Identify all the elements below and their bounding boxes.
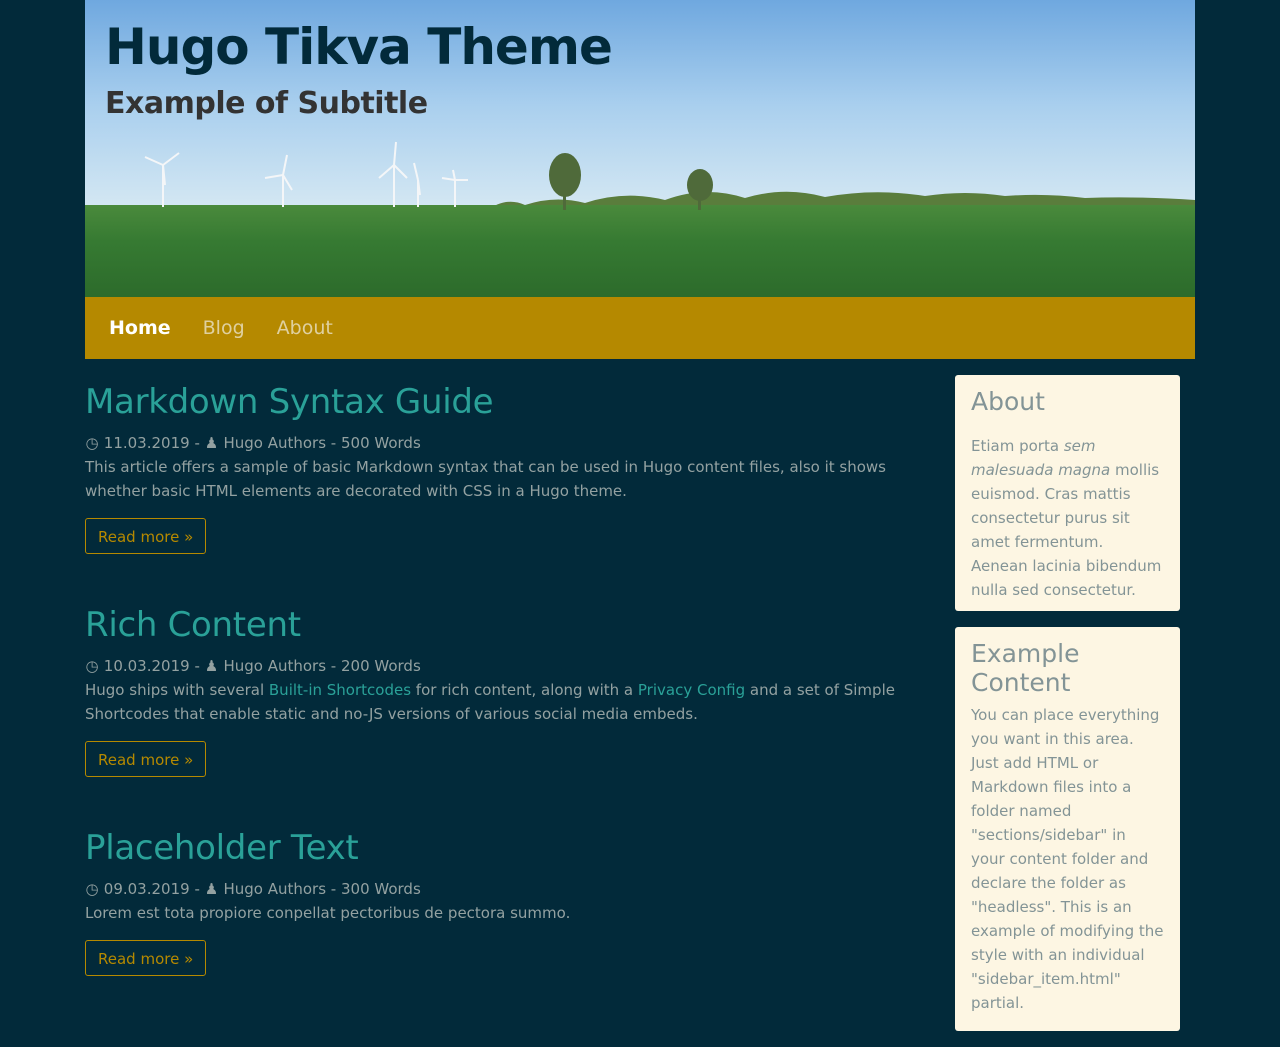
widget-text: Etiam porta sem malesuada magna mollis e… bbox=[971, 434, 1164, 602]
post-date: 11.03.2019 bbox=[103, 434, 190, 452]
post-summary: This article offers a sample of basic Ma… bbox=[85, 458, 886, 500]
post-word-count: 300 Words bbox=[341, 880, 421, 898]
sidebar-widget-example-content: Example Content You can place everything… bbox=[955, 627, 1180, 1031]
clock-icon: ◷ bbox=[85, 657, 99, 675]
meta-separator: - bbox=[330, 434, 337, 452]
nav-item-blog[interactable]: Blog bbox=[203, 317, 245, 339]
post-title[interactable]: Rich Content bbox=[85, 598, 915, 652]
user-icon: ♟ bbox=[204, 657, 219, 675]
widget-text-part: mollis euismod. Cras mattis consectetur … bbox=[971, 461, 1162, 599]
meta-separator: - bbox=[194, 434, 200, 452]
post-author: Hugo Authors bbox=[223, 657, 327, 675]
post-list: Markdown Syntax Guide ◷ 11.03.2019 - ♟ H… bbox=[85, 375, 915, 976]
post-author: Hugo Authors bbox=[223, 880, 327, 898]
widget-text: You can place everything you want in thi… bbox=[971, 706, 1164, 1012]
post-date: 09.03.2019 bbox=[103, 880, 190, 898]
nav-item-about[interactable]: About bbox=[277, 317, 333, 339]
read-more-button[interactable]: Read more » bbox=[85, 518, 207, 554]
privacy-config-link[interactable]: Privacy Config bbox=[638, 681, 745, 699]
widget-title: Example Content bbox=[971, 639, 1080, 697]
post-item: Rich Content ◷ 10.03.2019 - ♟ Hugo Autho… bbox=[85, 598, 915, 777]
clock-icon: ◷ bbox=[85, 434, 99, 452]
post-word-count: 200 Words bbox=[341, 657, 421, 675]
site-header: Hugo Tikva Theme Example of Subtitle bbox=[85, 0, 1195, 297]
read-more-button[interactable]: Read more » bbox=[85, 741, 207, 777]
user-icon: ♟ bbox=[204, 880, 219, 898]
post-item: Placeholder Text ◷ 09.03.2019 - ♟ Hugo A… bbox=[85, 821, 915, 976]
post-summary: Hugo ships with several Built-in Shortco… bbox=[85, 678, 915, 726]
post-meta: ◷ 11.03.2019 - ♟ Hugo Authors - 500 Word… bbox=[85, 433, 915, 453]
sidebar: About Etiam porta sem malesuada magna mo… bbox=[955, 375, 1180, 1047]
post-date: 10.03.2019 bbox=[103, 657, 190, 675]
widget-text-part: Etiam porta bbox=[971, 437, 1064, 455]
read-more-button[interactable]: Read more » bbox=[85, 940, 207, 976]
nav-item-home[interactable]: Home bbox=[109, 317, 171, 339]
post-word-count: 500 Words bbox=[341, 434, 421, 452]
post-summary: Lorem est tota propiore conpellat pector… bbox=[85, 904, 571, 922]
post-item: Markdown Syntax Guide ◷ 11.03.2019 - ♟ H… bbox=[85, 375, 915, 554]
user-icon: ♟ bbox=[204, 434, 219, 452]
clock-icon: ◷ bbox=[85, 880, 99, 898]
post-title[interactable]: Markdown Syntax Guide bbox=[85, 375, 915, 429]
page-container: Hugo Tikva Theme Example of Subtitle Hom… bbox=[85, 0, 1195, 1031]
post-meta: ◷ 10.03.2019 - ♟ Hugo Authors - 200 Word… bbox=[85, 656, 915, 676]
summary-text: Hugo ships with several bbox=[85, 681, 269, 699]
site-title[interactable]: Hugo Tikva Theme bbox=[105, 18, 613, 76]
meta-separator: - bbox=[194, 657, 200, 675]
meta-separator: - bbox=[194, 880, 200, 898]
widget-title: About bbox=[971, 387, 1045, 416]
post-title[interactable]: Placeholder Text bbox=[85, 821, 915, 875]
post-author: Hugo Authors bbox=[223, 434, 327, 452]
post-meta: ◷ 09.03.2019 - ♟ Hugo Authors - 300 Word… bbox=[85, 879, 915, 899]
sidebar-widget-about: About Etiam porta sem malesuada magna mo… bbox=[955, 375, 1180, 611]
summary-text: for rich content, along with a bbox=[411, 681, 638, 699]
main-navigation: Home Blog About bbox=[85, 297, 1195, 359]
site-subtitle: Example of Subtitle bbox=[105, 86, 428, 121]
meta-separator: - bbox=[330, 880, 337, 898]
built-in-shortcodes-link[interactable]: Built-in Shortcodes bbox=[269, 681, 411, 699]
meta-separator: - bbox=[330, 657, 337, 675]
